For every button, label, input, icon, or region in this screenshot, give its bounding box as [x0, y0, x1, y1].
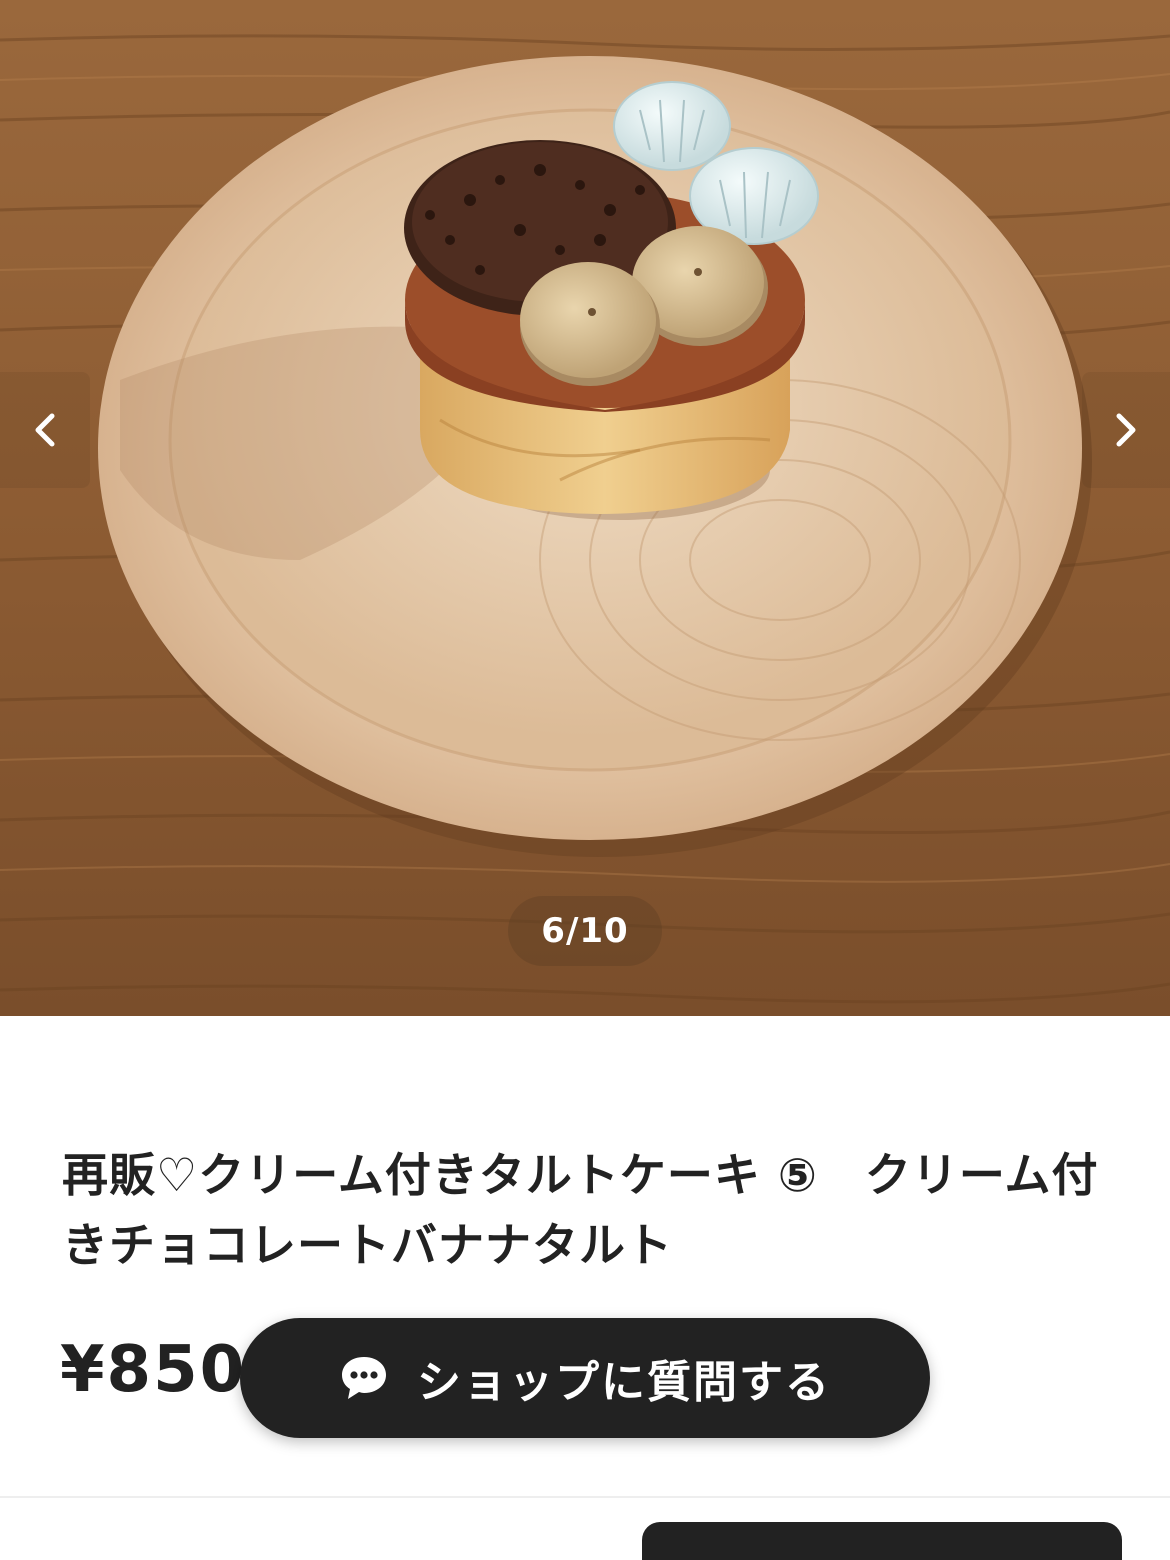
product-price: ¥850 — [60, 1333, 247, 1407]
product-photo — [0, 0, 1170, 1016]
product-title: 再販♡クリーム付きタルトケーキ ⑤ クリーム付きチョコレートバナナタルト — [62, 1148, 1099, 1272]
bottom-bar-divider — [0, 1496, 1170, 1498]
image-counter: 6/10 — [508, 896, 662, 966]
chevron-right-icon — [1116, 413, 1136, 447]
product-image-gallery[interactable]: 6/10 — [0, 0, 1170, 1016]
previous-image-button[interactable] — [0, 372, 90, 488]
chevron-left-icon — [35, 413, 55, 447]
bottom-action-button[interactable] — [642, 1522, 1122, 1560]
ask-shop-label: ショップに質問する — [417, 1357, 831, 1408]
ask-shop-button[interactable]: ショップに質問する — [240, 1318, 930, 1438]
next-image-button[interactable] — [1082, 372, 1170, 488]
chat-bubble-icon — [342, 1357, 386, 1399]
product-page: 6/10 再販♡クリーム付きタルトケーキ ⑤ クリーム付きチョコレートバナナタル… — [0, 0, 1170, 1560]
